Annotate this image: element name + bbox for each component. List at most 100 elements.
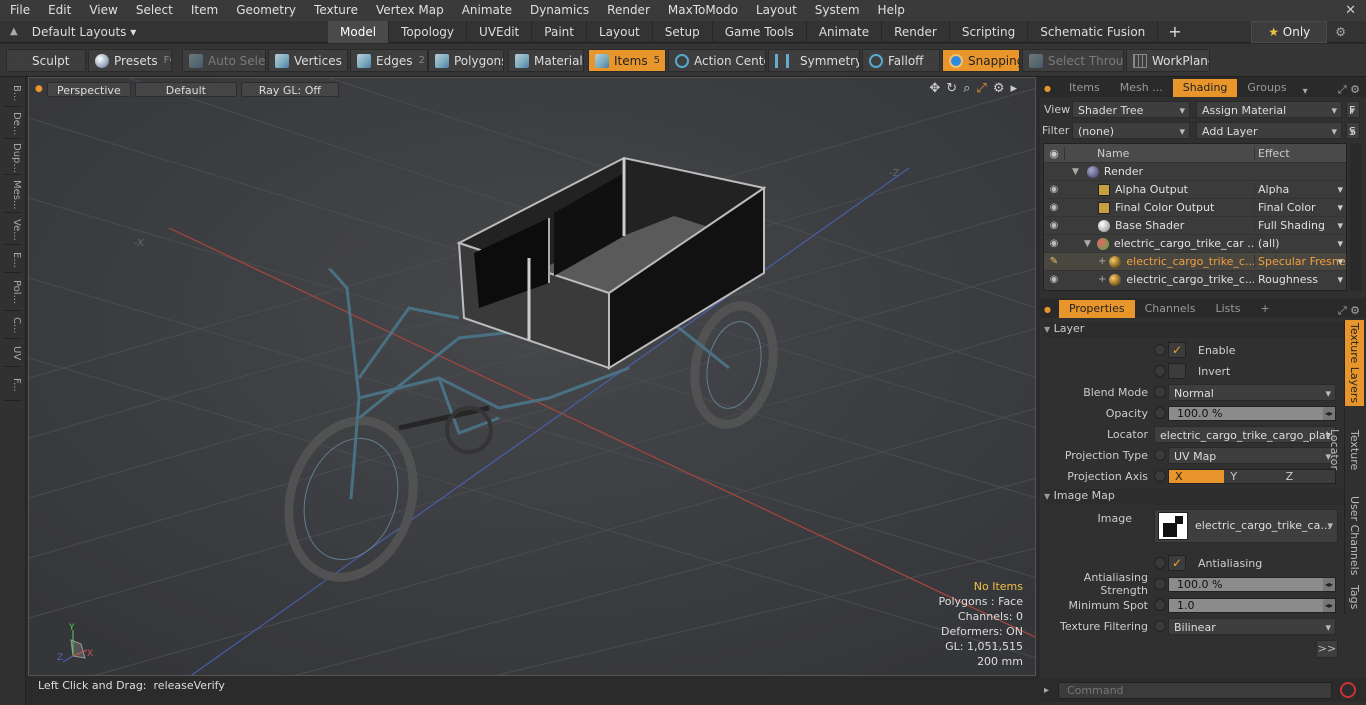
falloff-button[interactable]: Falloff — [862, 49, 940, 72]
tab-items[interactable]: Items — [1059, 79, 1110, 97]
shading-button[interactable]: Default — [134, 81, 237, 97]
collapse-icon[interactable]: ▼ — [1084, 239, 1091, 249]
presets-button[interactable]: PresetsF6 — [88, 49, 172, 72]
command-expand-icon[interactable]: ▸ — [1044, 685, 1049, 696]
move-view-icon[interactable]: ✥ — [929, 81, 940, 96]
strip-tab-1[interactable]: B... — [4, 81, 22, 107]
tab-render[interactable]: Render — [882, 21, 950, 43]
add-layer-s-button[interactable]: S — [1346, 121, 1360, 139]
filter-dropdown[interactable]: (none) — [1072, 121, 1190, 139]
tab-groups[interactable]: Groups — [1237, 79, 1296, 97]
tree-row-base-shader[interactable]: ◉ Base Shader Full Shading — [1044, 216, 1346, 234]
viewport-menu-icon[interactable]: ● — [35, 84, 43, 94]
axis-z-button[interactable]: Z — [1279, 469, 1335, 483]
snapping-button[interactable]: Snapping — [942, 49, 1020, 72]
aa-strength-slider[interactable]: 100.0 % — [1168, 576, 1336, 592]
view-dropdown[interactable]: Shader Tree — [1072, 100, 1190, 118]
effect-column-header[interactable]: Effect — [1254, 146, 1346, 160]
up-arrow-icon[interactable]: ▲ — [10, 26, 18, 37]
zoom-view-icon[interactable]: ⌕ — [963, 81, 970, 96]
menu-animate[interactable]: Animate — [452, 0, 520, 21]
panel-options-icon[interactable]: ⤢ ⚙ — [1338, 304, 1366, 318]
paint-brush-icon[interactable]: ✎ — [1044, 256, 1064, 267]
default-layouts-dropdown[interactable]: Default Layouts ▾ — [32, 25, 137, 39]
auto-select-button[interactable]: Auto Select — [182, 49, 266, 72]
menu-item[interactable]: Item — [181, 0, 226, 21]
menu-vertex-map[interactable]: Vertex Map — [366, 0, 452, 21]
menu-view[interactable]: View — [79, 0, 125, 21]
eye-icon[interactable]: ◉ — [1044, 238, 1064, 249]
tab-properties[interactable]: Properties — [1058, 300, 1135, 318]
rotate-view-icon[interactable]: ↻ — [946, 81, 957, 96]
image-dropdown[interactable]: electric_cargo_trike_ca... — [1154, 509, 1338, 543]
antialiasing-checkbox[interactable]: ✓ — [1168, 555, 1186, 571]
side-tab-tags[interactable]: Tags — [1344, 580, 1364, 614]
menu-geometry[interactable]: Geometry — [226, 0, 304, 21]
tree-row-selected-layer[interactable]: ✎ + electric_cargo_trike_c... Specular Fr… — [1044, 252, 1346, 270]
expand-icon[interactable]: + — [1098, 274, 1106, 285]
locator-dropdown[interactable]: electric_cargo_trike_cargo_plat... — [1154, 425, 1336, 443]
enable-checkbox[interactable]: ✓ — [1168, 342, 1186, 358]
effect-dropdown[interactable]: Alpha — [1254, 183, 1346, 196]
strip-tab-7[interactable]: Pol... — [4, 275, 22, 311]
eye-icon[interactable]: ◉ — [1044, 202, 1064, 213]
side-tab-texture-layers[interactable]: Texture Layers — [1344, 320, 1364, 406]
effect-dropdown[interactable]: (all) — [1254, 237, 1346, 250]
polygons-button[interactable]: Polygons — [428, 49, 504, 72]
tab-layout[interactable]: Layout — [587, 21, 653, 43]
raygl-button[interactable]: Ray GL: Off — [240, 81, 339, 97]
shader-tree-scrollbar[interactable] — [1350, 143, 1362, 291]
more-button[interactable]: >> — [1316, 640, 1338, 658]
projection-type-dropdown[interactable]: UV Map — [1168, 446, 1336, 464]
command-input[interactable] — [1058, 681, 1332, 699]
tab-shading[interactable]: Shading — [1172, 79, 1238, 97]
eye-icon[interactable]: ◉ — [1044, 184, 1064, 195]
tab-animate[interactable]: Animate — [807, 21, 883, 43]
menu-system[interactable]: System — [805, 0, 868, 21]
fit-view-icon[interactable]: ⤢ — [976, 81, 986, 96]
panel-menu-icon[interactable]: ● — [1040, 305, 1059, 318]
edges-button[interactable]: Edges 2 — [350, 49, 428, 72]
workplane-button[interactable]: WorkPlane — [1126, 49, 1210, 72]
minimum-spot-slider[interactable]: 1.0 — [1168, 597, 1336, 613]
menu-maxtomodo[interactable]: MaxToModo — [658, 0, 746, 21]
assign-f-button[interactable]: F — [1346, 100, 1360, 118]
tabs-dropdown-icon[interactable]: ▾ — [1303, 86, 1308, 97]
gear-icon[interactable]: ⚙ — [1335, 25, 1346, 39]
strip-tab-6[interactable]: E... — [4, 247, 22, 273]
tab-channels[interactable]: Channels — [1135, 300, 1206, 318]
strip-tab-8[interactable]: C... — [4, 313, 22, 339]
menu-layout[interactable]: Layout — [746, 0, 805, 21]
texture-filtering-dropdown[interactable]: Bilinear — [1168, 617, 1336, 635]
view-type-button[interactable]: Perspective — [46, 81, 131, 97]
materials-button[interactable]: Materials — [508, 49, 584, 72]
menu-texture[interactable]: Texture — [304, 0, 366, 21]
tab-model[interactable]: Model — [328, 21, 390, 43]
panel-options-icon[interactable]: ⤢ ⚙ — [1338, 83, 1366, 97]
strip-tab-9[interactable]: UV — [4, 341, 22, 367]
image-map-section-header[interactable]: ▼ Image Map — [1044, 489, 1344, 505]
strip-tab-2[interactable]: De... — [4, 109, 22, 139]
menu-file[interactable]: File — [0, 0, 38, 21]
effect-dropdown[interactable]: Roughness — [1254, 273, 1346, 286]
menu-select[interactable]: Select — [126, 0, 181, 21]
menu-render[interactable]: Render — [597, 0, 658, 21]
tree-row-roughness-layer[interactable]: ◉ + electric_cargo_trike_c... Roughness — [1044, 270, 1346, 288]
expand-icon[interactable]: + — [1098, 256, 1106, 267]
collapse-icon[interactable]: ▼ — [1072, 167, 1079, 177]
tab-game-tools[interactable]: Game Tools — [713, 21, 807, 43]
tab-paint[interactable]: Paint — [532, 21, 587, 43]
invert-checkbox[interactable] — [1168, 363, 1186, 379]
tab-setup[interactable]: Setup — [653, 21, 713, 43]
side-tab-texture-locator[interactable]: Texture Locator — [1328, 408, 1364, 492]
eye-icon[interactable]: ◉ — [1044, 274, 1064, 285]
strip-tab-5[interactable]: Ve... — [4, 215, 22, 245]
strip-tab-4[interactable]: Mes... — [4, 177, 22, 213]
tab-scripting[interactable]: Scripting — [950, 21, 1029, 43]
tab-schematic-fusion[interactable]: Schematic Fusion — [1028, 21, 1159, 43]
blend-mode-dropdown[interactable]: Normal — [1168, 383, 1336, 401]
eye-icon[interactable]: ◉ — [1044, 220, 1064, 231]
side-tab-user-channels[interactable]: User Channels — [1344, 494, 1364, 578]
3d-viewport[interactable]: -X -Z Y X Z ● Perspective Default Ray GL… — [28, 77, 1036, 676]
layer-section-header[interactable]: ▼ Layer — [1044, 322, 1344, 338]
